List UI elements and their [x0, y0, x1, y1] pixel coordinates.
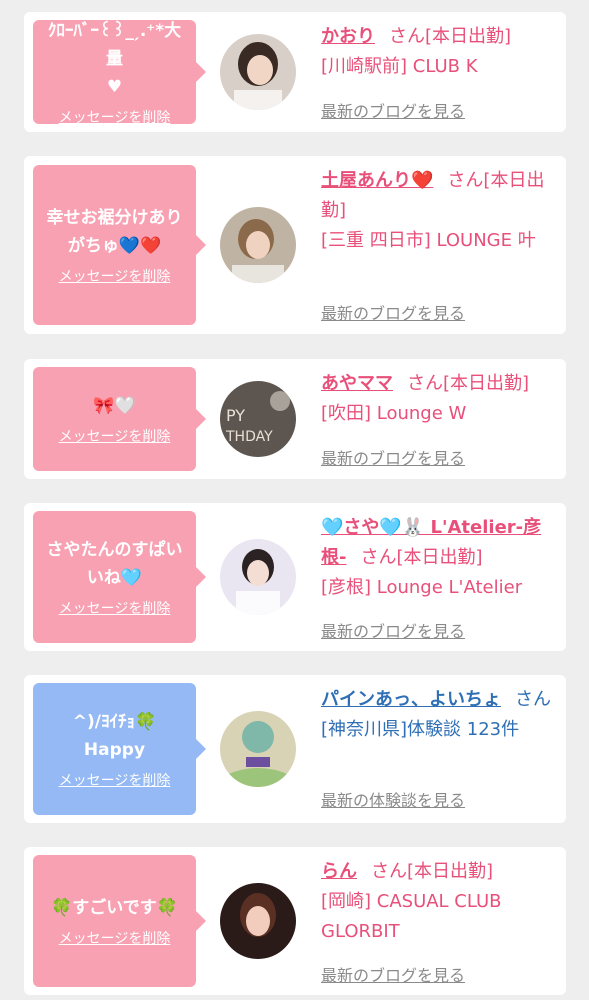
avatar[interactable]: [220, 711, 296, 787]
cast-name-link[interactable]: あやママ: [321, 373, 393, 394]
message-text: 🎀🤍: [93, 396, 136, 416]
delete-message-link[interactable]: メッセージを削除: [59, 266, 171, 286]
message-card: 🎀🤍 メッセージを削除 PY THDAY あやママ さん[本日出勤] [吹田] Lo…: [24, 359, 566, 479]
svg-text:THDAY: THDAY: [225, 429, 273, 445]
cast-info: かおり さん[本日出勤] [川崎駅前] CLUB K: [321, 22, 552, 82]
cast-status: さん[本日出勤]: [389, 26, 512, 47]
message-card: ｸﾛｰﾊﾞｰ꒰꒱_ ̗.⁺*大量 ♥ メッセージを削除 かおり さん[本日出勤] …: [24, 12, 566, 132]
latest-blog-link[interactable]: 最新のブログを見る: [321, 98, 465, 122]
message-card: 🍀すごいです🍀 メッセージを削除 らん さん[本日出勤] [岡崎] CASUAL …: [24, 847, 566, 995]
cast-status: さん[本日出勤]: [360, 547, 483, 568]
cast-name-link[interactable]: パインあっ、よいちょ: [321, 689, 501, 710]
cast-info: 🩵さや🩵🐰 L'Atelier-彦根- さん[本日出勤] [彦根] Lounge …: [321, 513, 552, 603]
cast-info: らん さん[本日出勤] [岡崎] CASUAL CLUB GLORBIT: [321, 857, 552, 947]
message-bubble: 🎀🤍 メッセージを削除: [33, 367, 206, 471]
cast-status: さん[本日出勤]: [407, 373, 530, 394]
delete-message-link[interactable]: メッセージを削除: [59, 426, 171, 446]
avatar[interactable]: [220, 883, 296, 959]
message-bubble: 🍀すごいです🍀 メッセージを削除: [33, 855, 206, 987]
message-text: ^)/ﾖｲﾁｮ🍀 Happy: [72, 712, 157, 760]
shop-name: [吹田] Lounge W: [321, 403, 467, 424]
cast-info: あやママ さん[本日出勤] [吹田] Lounge W: [321, 369, 552, 429]
shop-name: [三重 四日市] LOUNGE 叶: [321, 230, 536, 251]
delete-message-link[interactable]: メッセージを削除: [59, 598, 171, 618]
message-text: ｸﾛｰﾊﾞｰ꒰꒱_ ̗.⁺*大量 ♥: [47, 21, 182, 97]
svg-text:PY: PY: [226, 406, 245, 425]
message-bubble: ｸﾛｰﾊﾞｰ꒰꒱_ ̗.⁺*大量 ♥ メッセージを削除: [33, 20, 206, 127]
cast-name-link[interactable]: かおり: [321, 26, 375, 47]
cast-status: さん: [515, 689, 551, 710]
cast-info: 土屋あんり❤️ さん[本日出勤] [三重 四日市] LOUNGE 叶: [321, 166, 552, 256]
delete-message-link[interactable]: メッセージを削除: [59, 770, 171, 790]
shop-name: [川崎駅前] CLUB K: [321, 56, 478, 77]
cast-info: パインあっ、よいちょ さん [神奈川県]体験談 123件: [321, 685, 552, 745]
latest-blog-link[interactable]: 最新のブログを見る: [321, 445, 465, 469]
delete-message-link[interactable]: メッセージを削除: [59, 107, 171, 127]
message-bubble: さやたんのすぱい いね🩵 メッセージを削除: [33, 511, 206, 643]
shop-name: [岡崎] CASUAL CLUB GLORBIT: [321, 891, 502, 942]
message-card: 幸せお裾分けあり がちゅ💙❤️ メッセージを削除 土屋あんり❤️ さん[本日出勤]…: [24, 156, 566, 334]
cast-name-link[interactable]: 土屋あんり❤️: [321, 170, 433, 191]
latest-blog-link[interactable]: 最新のブログを見る: [321, 962, 465, 986]
avatar[interactable]: [220, 539, 296, 615]
latest-review-link[interactable]: 最新の体験談を見る: [321, 787, 465, 811]
shop-name: [神奈川県]体験談 123件: [321, 719, 520, 740]
message-bubble: 幸せお裾分けあり がちゅ💙❤️ メッセージを削除: [33, 165, 206, 325]
avatar[interactable]: PY THDAY: [220, 381, 296, 457]
message-text: さやたんのすぱい いね🩵: [46, 540, 183, 588]
delete-message-link[interactable]: メッセージを削除: [59, 928, 171, 948]
cast-name-link[interactable]: らん: [321, 861, 357, 882]
message-text: 🍀すごいです🍀: [51, 898, 178, 918]
message-card: ^)/ﾖｲﾁｮ🍀 Happy メッセージを削除 パインあっ、よいちょ さん [神奈…: [24, 675, 566, 823]
message-card: さやたんのすぱい いね🩵 メッセージを削除 🩵さや🩵🐰 L'Atelier-彦根…: [24, 503, 566, 651]
avatar[interactable]: [220, 34, 296, 110]
cast-status: さん[本日出勤]: [371, 861, 494, 882]
message-bubble: ^)/ﾖｲﾁｮ🍀 Happy メッセージを削除: [33, 683, 206, 815]
avatar[interactable]: [220, 207, 296, 283]
shop-name: [彦根] Lounge L'Atelier: [321, 577, 523, 598]
latest-blog-link[interactable]: 最新のブログを見る: [321, 300, 465, 324]
latest-blog-link[interactable]: 最新のブログを見る: [321, 618, 465, 642]
message-text: 幸せお裾分けあり がちゅ💙❤️: [46, 208, 183, 256]
